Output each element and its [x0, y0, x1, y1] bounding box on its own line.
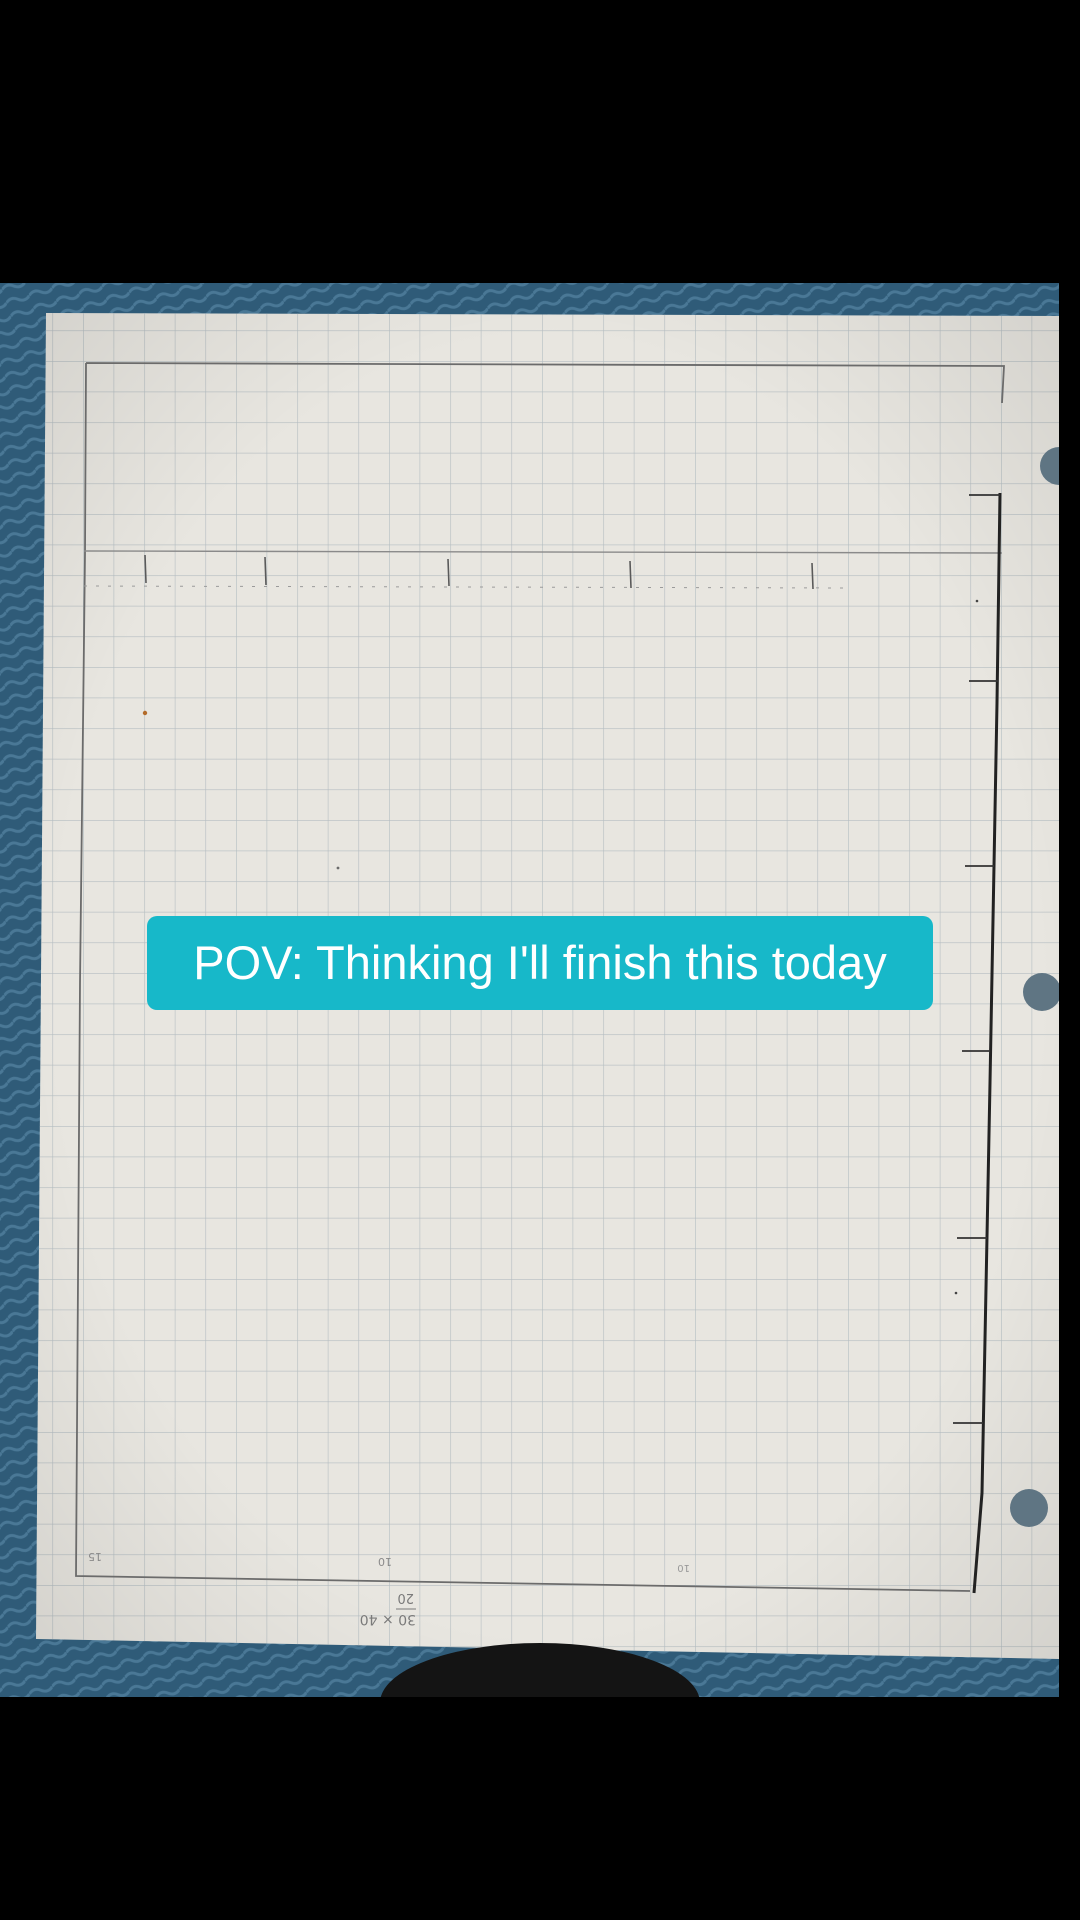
- binder-hole-bottom: [1010, 1489, 1048, 1527]
- margin-note-bottom-right: 10: [677, 1562, 690, 1573]
- formula-bottom: 20: [397, 1590, 414, 1605]
- margin-note-corner: 15: [88, 1550, 102, 1563]
- formula-top: 30 × 40: [360, 1611, 416, 1627]
- video-frame: 15 10 10 30 × 40 20 POV: Thinking I'll f…: [0, 0, 1080, 1920]
- caption-overlay: POV: Thinking I'll finish this today: [147, 916, 933, 1010]
- margin-note-bottom-mid: 10: [378, 1555, 392, 1568]
